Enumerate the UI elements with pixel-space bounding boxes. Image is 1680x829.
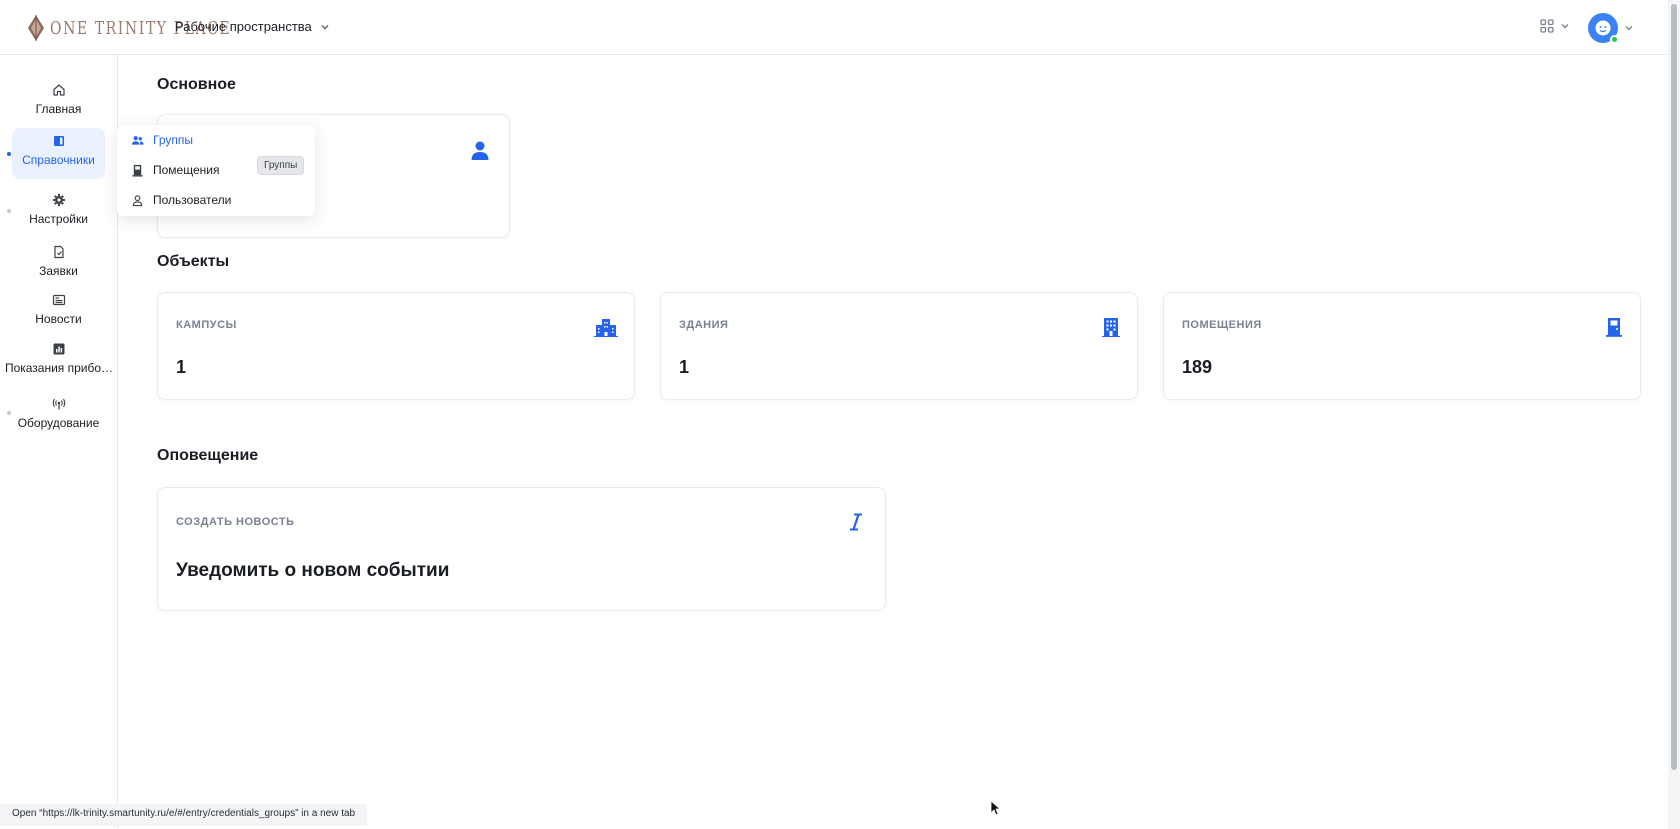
door-icon	[1606, 318, 1622, 337]
top-header: ONE TRINITY PLACE Рабочие пространства	[0, 0, 1668, 55]
sidebar-item-settings[interactable]: Настройки	[12, 187, 105, 232]
rooms-card[interactable]: ПОМЕЩЕНИЯ 189	[1163, 292, 1641, 400]
vertical-scrollbar[interactable]	[1668, 0, 1680, 829]
submenu-item-label: Группы	[153, 133, 193, 147]
online-status-dot	[1610, 35, 1619, 44]
scrollbar-thumb[interactable]	[1671, 4, 1677, 770]
bar-chart-icon	[53, 343, 65, 355]
sidebar-item-references[interactable]: Справочники	[12, 128, 105, 179]
chevron-down-icon	[1561, 24, 1569, 29]
gear-icon	[52, 194, 65, 206]
campus-icon	[594, 319, 618, 337]
person-icon	[471, 141, 489, 160]
news-card-title: Уведомить о новом событии	[176, 560, 450, 581]
antenna-icon	[52, 398, 65, 410]
submenu-indicator-dot	[7, 209, 11, 213]
user-icon	[132, 194, 143, 206]
sidebar-item-news[interactable]: Новости	[12, 287, 105, 332]
logo-diamond-icon	[28, 15, 44, 41]
avatar-face-icon	[1595, 20, 1611, 36]
sidebar-item-label: Главная	[35, 102, 82, 116]
workspaces-dropdown[interactable]: Рабочие пространства	[175, 19, 330, 34]
sidebar-item-label: Показания прибо…	[4, 361, 114, 375]
submenu-item-groups[interactable]: Группы	[131, 133, 193, 147]
sidebar-item-home[interactable]: Главная	[12, 77, 105, 122]
book-icon	[53, 136, 64, 146]
submenu-item-rooms[interactable]: Помещения	[131, 163, 219, 177]
sidebar-item-requests[interactable]: Заявки	[12, 239, 105, 284]
campuses-card[interactable]: КАМПУСЫ 1	[157, 292, 635, 400]
mouse-cursor-icon	[990, 800, 1000, 816]
door-icon	[132, 164, 143, 177]
card-value: 1	[176, 357, 187, 377]
chevron-down-icon	[321, 24, 329, 29]
workspaces-label: Рабочие пространства	[175, 19, 312, 34]
section-title-basic: Основное	[157, 76, 236, 93]
apps-menu-button[interactable]	[1540, 19, 1570, 33]
section-title-notification: Оповещение	[157, 447, 259, 464]
tooltip: Группы	[257, 156, 305, 175]
italic-i-icon	[850, 513, 862, 531]
building-icon	[1102, 318, 1120, 337]
submenu-item-label: Помещения	[153, 163, 220, 177]
create-news-card[interactable]: СОЗДАТЬ НОВОСТЬ Уведомить о новом событи…	[157, 487, 886, 611]
card-label: СОЗДАТЬ НОВОСТЬ	[176, 516, 295, 528]
card-value: 189	[1182, 357, 1213, 377]
submenu-indicator-dot	[7, 411, 11, 415]
submenu-item-users[interactable]: Пользователи	[131, 193, 231, 207]
chevron-down-icon	[1625, 26, 1633, 31]
sidebar-item-equipment[interactable]: Оборудование	[12, 391, 105, 436]
browser-status-bar: Open “https://lk-trinity.smartunity.ru/e…	[0, 804, 368, 826]
active-indicator-dot	[7, 152, 11, 156]
submenu-item-label: Пользователи	[153, 193, 232, 207]
card-label: ЗДАНИЯ	[679, 319, 729, 331]
sidebar: Главная Справочники Настройки Заявки Нов…	[0, 55, 118, 829]
grid-icon	[1540, 19, 1554, 33]
user-menu[interactable]	[1588, 13, 1634, 44]
users-icon	[131, 135, 144, 145]
sidebar-item-label: Справочники	[22, 153, 95, 167]
sidebar-item-label: Настройки	[29, 212, 88, 226]
card-label: КАМПУСЫ	[176, 319, 237, 331]
card-value: 1	[679, 357, 690, 377]
document-icon	[53, 245, 64, 259]
sidebar-item-meter-readings[interactable]: Показания прибо…	[2, 336, 116, 381]
section-title-objects: Объекты	[157, 253, 230, 270]
home-icon	[52, 84, 65, 96]
avatar	[1588, 13, 1619, 44]
buildings-card[interactable]: ЗДАНИЯ 1	[660, 292, 1138, 400]
sidebar-item-label: Новости	[35, 312, 82, 326]
card-label: ПОМЕЩЕНИЯ	[1182, 319, 1262, 331]
newspaper-icon	[52, 294, 65, 306]
sidebar-item-label: Заявки	[39, 264, 78, 278]
sidebar-item-label: Оборудование	[17, 416, 100, 430]
